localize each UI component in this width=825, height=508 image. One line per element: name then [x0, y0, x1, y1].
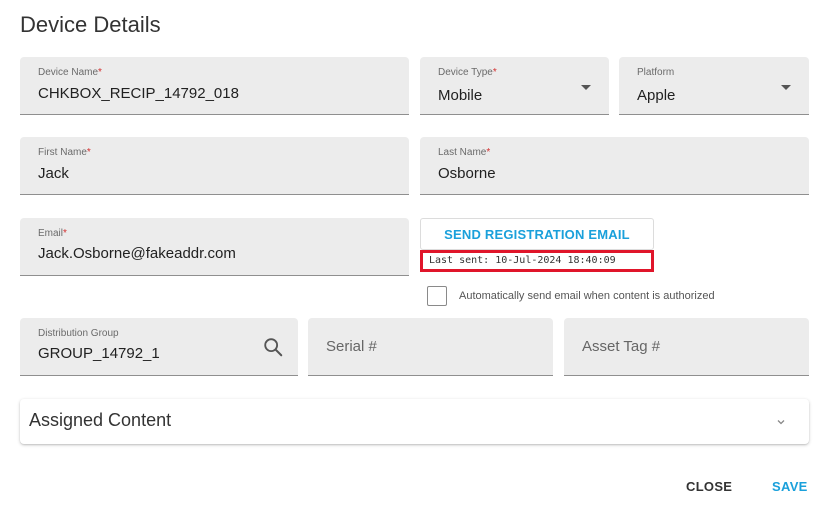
distribution-group-field[interactable]: Distribution Group GROUP_14792_1	[20, 318, 298, 376]
caret-down-icon	[781, 85, 791, 90]
distribution-group-label: Distribution Group	[38, 328, 119, 339]
dialog-title: Device Details	[20, 12, 161, 37]
device-type-select[interactable]: Device Type* Mobile	[420, 57, 609, 115]
first-name-value: Jack	[38, 165, 69, 182]
serial-placeholder: Serial #	[326, 338, 377, 355]
asset-tag-field[interactable]: Asset Tag #	[564, 318, 809, 376]
required-asterisk: *	[492, 67, 497, 78]
last-sent-timestamp: Last sent: 10-Jul-2024 18:40:09	[420, 250, 654, 272]
auto-send-checkbox[interactable]	[427, 286, 447, 306]
device-name-field[interactable]: Device Name* CHKBOX_RECIP_14792_018	[20, 57, 409, 115]
last-name-field[interactable]: Last Name* Osborne	[420, 137, 809, 195]
required-asterisk: *	[63, 228, 67, 239]
required-asterisk: *	[98, 67, 102, 78]
platform-value: Apple	[637, 87, 676, 104]
device-name-value: CHKBOX_RECIP_14792_018	[38, 85, 239, 102]
serial-field[interactable]: Serial #	[308, 318, 553, 376]
last-name-label: Last Name*	[438, 147, 491, 158]
first-name-field[interactable]: First Name* Jack	[20, 137, 409, 195]
send-registration-email-button[interactable]: SEND REGISTRATION EMAIL	[420, 218, 654, 250]
platform-label: Platform	[637, 67, 675, 78]
required-asterisk: *	[86, 147, 91, 158]
first-name-label: First Name*	[38, 147, 91, 158]
save-button[interactable]: SAVE	[772, 479, 808, 494]
device-type-value: Mobile	[438, 87, 483, 104]
search-icon[interactable]	[262, 336, 284, 358]
required-asterisk: *	[486, 147, 491, 158]
distribution-group-value: GROUP_14792_1	[38, 345, 160, 362]
email-field[interactable]: Email* Jack.Osborne@fakeaddr.com	[20, 218, 409, 276]
assigned-content-label: Assigned Content	[29, 410, 172, 430]
caret-down-icon	[581, 85, 591, 90]
platform-select[interactable]: Platform Apple	[619, 57, 809, 115]
device-name-label: Device Name*	[38, 67, 102, 78]
close-button[interactable]: CLOSE	[686, 479, 732, 494]
email-label: Email*	[38, 228, 67, 239]
device-type-label: Device Type*	[438, 67, 497, 78]
email-value: Jack.Osborne@fakeaddr.com	[38, 245, 236, 262]
asset-tag-placeholder: Asset Tag #	[582, 338, 661, 355]
chevron-down-icon	[777, 420, 785, 425]
device-details-dialog: Device Details Device Name* CHKBOX_RECIP…	[0, 0, 825, 508]
assigned-content-panel[interactable]: Assigned Content	[20, 399, 809, 444]
auto-send-label: Automatically send email when content is…	[459, 290, 715, 302]
last-name-value: Osborne	[438, 165, 496, 182]
